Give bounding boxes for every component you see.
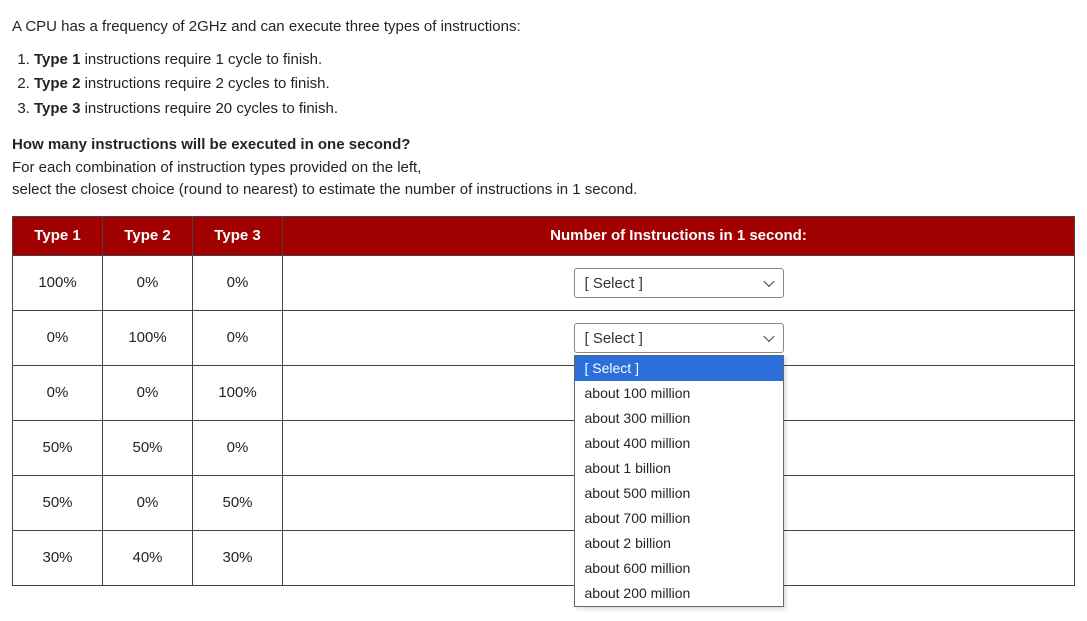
spec-1-rest: instructions require 1 cycle to finish. <box>80 51 322 68</box>
answer-select-wrap: [ Select ][ Select ]about 100 millionabo… <box>574 323 784 353</box>
percent-cell: 50% <box>193 476 283 531</box>
answer-select-option[interactable]: about 1 billion <box>575 456 783 481</box>
question-line2: select the closest choice (round to near… <box>12 179 1075 202</box>
spec-3-bold: Type 3 <box>34 100 80 117</box>
intro-text: A CPU has a frequency of 2GHz and can ex… <box>12 16 1075 39</box>
table-row: 100%0%0%[ Select ] <box>13 256 1075 311</box>
percent-cell: 0% <box>103 256 193 311</box>
table-row: 0%0%100%[ Select ] <box>13 366 1075 421</box>
table-row: 0%100%0% [ Select ][ Select ]about 100 mi… <box>13 311 1075 366</box>
answer-select-option[interactable]: about 400 million <box>575 431 783 456</box>
answer-select-option[interactable]: about 100 million <box>575 381 783 406</box>
percent-cell: 30% <box>13 531 103 586</box>
spec-list: Type 1 instructions require 1 cycle to f… <box>34 49 1075 121</box>
table-row: 30%40%30%[ Select ] <box>13 531 1075 586</box>
percent-cell: 100% <box>13 256 103 311</box>
percent-cell: 40% <box>103 531 193 586</box>
answer-select-option[interactable]: [ Select ] <box>575 356 783 381</box>
question-line1: For each combination of instruction type… <box>12 157 1075 180</box>
table-header-row: Type 1 Type 2 Type 3 Number of Instructi… <box>13 216 1075 256</box>
header-type1: Type 1 <box>13 216 103 256</box>
spec-2-rest: instructions require 2 cycles to finish. <box>80 75 329 92</box>
percent-cell: 50% <box>13 476 103 531</box>
percent-cell: 30% <box>193 531 283 586</box>
answer-select-option[interactable]: about 200 million <box>575 581 783 606</box>
answer-select-option[interactable]: about 2 billion <box>575 531 783 556</box>
answer-cell: [ Select ] <box>283 256 1075 311</box>
question-lead: How many instructions will be executed i… <box>12 134 1075 202</box>
percent-cell: 0% <box>103 476 193 531</box>
answer-select-label: [ Select ] <box>585 330 643 347</box>
spec-item-2: Type 2 instructions require 2 cycles to … <box>34 73 1075 96</box>
spec-item-1: Type 1 instructions require 1 cycle to f… <box>34 49 1075 72</box>
percent-cell: 0% <box>103 366 193 421</box>
answer-select-option[interactable]: about 600 million <box>575 556 783 581</box>
chevron-down-icon <box>763 276 774 287</box>
answer-select[interactable]: [ Select ] <box>574 323 784 353</box>
percent-cell: 100% <box>103 311 193 366</box>
table-row: 50%0%50%[ Select ] <box>13 476 1075 531</box>
answer-select-dropdown[interactable]: [ Select ]about 100 millionabout 300 mil… <box>574 355 784 607</box>
percent-cell: 0% <box>13 366 103 421</box>
percent-cell: 50% <box>103 421 193 476</box>
percent-cell: 50% <box>13 421 103 476</box>
spec-3-rest: instructions require 20 cycles to finish… <box>80 100 338 117</box>
percent-cell: 0% <box>193 256 283 311</box>
answer-select-option[interactable]: about 300 million <box>575 406 783 431</box>
percent-cell: 0% <box>193 311 283 366</box>
chevron-down-icon <box>763 331 774 342</box>
table-row: 50%50%0%[ Select ] <box>13 421 1075 476</box>
answer-select-label: [ Select ] <box>585 275 643 292</box>
answer-select-option[interactable]: about 700 million <box>575 506 783 531</box>
percent-cell: 100% <box>193 366 283 421</box>
answer-select-option[interactable]: about 500 million <box>575 481 783 506</box>
answer-select[interactable]: [ Select ] <box>574 268 784 298</box>
percent-cell: 0% <box>193 421 283 476</box>
header-type2: Type 2 <box>103 216 193 256</box>
percent-cell: 0% <box>13 311 103 366</box>
question-title: How many instructions will be executed i… <box>12 134 1075 157</box>
quiz-table: Type 1 Type 2 Type 3 Number of Instructi… <box>12 216 1075 587</box>
spec-2-bold: Type 2 <box>34 75 80 92</box>
header-type3: Type 3 <box>193 216 283 256</box>
answer-cell: [ Select ][ Select ]about 100 millionabo… <box>283 311 1075 366</box>
spec-1-bold: Type 1 <box>34 51 80 68</box>
header-answer: Number of Instructions in 1 second: <box>283 216 1075 256</box>
answer-select-wrap: [ Select ] <box>574 268 784 298</box>
spec-item-3: Type 3 instructions require 20 cycles to… <box>34 98 1075 121</box>
